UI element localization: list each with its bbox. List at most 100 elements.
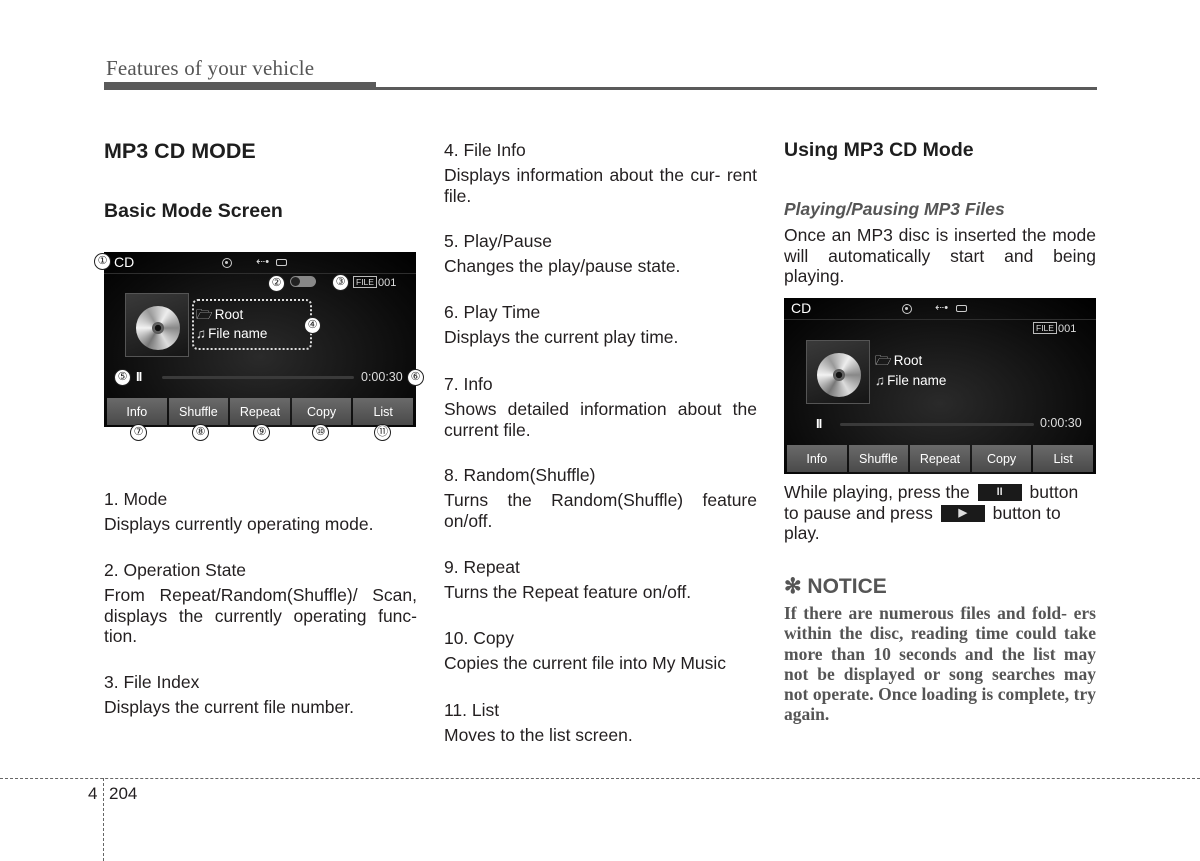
legend-item-play-time: 6. Play Time Displays the current play t… xyxy=(444,302,757,348)
legend-title: 10. Copy xyxy=(444,628,515,648)
legend-item-mode: 1. Mode Displays currently operating mod… xyxy=(104,489,417,535)
footer-rule xyxy=(0,778,1200,779)
chapter-number: 4 xyxy=(88,784,98,803)
play-icon: ▶ xyxy=(958,506,967,519)
copy-button[interactable]: Copy xyxy=(291,398,352,425)
callout-9: ⑨ xyxy=(253,424,270,441)
section-title-using: Using MP3 CD Mode xyxy=(784,139,974,161)
subheading-playing-pausing: Playing/Pausing MP3 Files xyxy=(784,199,1005,219)
running-head: Features of your vehicle xyxy=(106,56,315,80)
header-rule-thin xyxy=(376,87,1097,90)
legend-body: Copies the current file into My Music xyxy=(444,653,727,673)
file-tag: FILE xyxy=(1033,322,1057,334)
inline-play-button: ▶ xyxy=(940,504,985,522)
progress-bar[interactable] xyxy=(162,376,354,379)
folder-name: 🗁 Root xyxy=(196,305,243,328)
cd-screen-example: CD ⇠• FILE 001 🗁 Root ♫ File name II 0:00:3… xyxy=(784,298,1096,474)
legend-title: 6. Play Time xyxy=(444,302,541,322)
legend-item-shuffle: 8. Random(Shuffle) Turns the Random(Shuf… xyxy=(444,465,757,531)
legend-body: Displays information about the cur- rent… xyxy=(444,165,757,206)
legend-body: Changes the play/pause state. xyxy=(444,256,681,276)
mode-label: CD xyxy=(791,300,812,316)
disc-icon xyxy=(222,258,232,268)
file-index: FILE 001 xyxy=(353,276,396,289)
screen-button-row: Info Shuffle Repeat Copy List xyxy=(107,398,413,425)
file-tag: FILE xyxy=(353,276,377,288)
callout-3: ③ xyxy=(332,274,349,291)
folder-icon: 🗁 xyxy=(875,353,892,368)
legend-title: 9. Repeat xyxy=(444,557,520,577)
legend-body: Displays currently operating mode. xyxy=(104,514,374,534)
mode-label: CD xyxy=(114,254,135,270)
album-art xyxy=(125,293,189,357)
legend-body: Displays the current file number. xyxy=(104,697,354,717)
ipod-icon xyxy=(956,305,967,312)
legend-body: Turns the Repeat feature on/off. xyxy=(444,582,692,602)
file-index-number: 001 xyxy=(377,277,397,289)
legend-item-info: 7. Info Shows detailed information about… xyxy=(444,374,757,440)
footer-divider xyxy=(103,778,104,861)
header-rule-thick xyxy=(104,82,376,90)
callout-1: ① xyxy=(94,253,111,270)
legend-item-file-info: 4. File Info Displays information about … xyxy=(444,140,757,206)
file-name: ♫ File name xyxy=(196,326,267,341)
folder-label: Root xyxy=(214,307,244,322)
legend-item-play-pause: 5. Play/Pause Changes the play/pause sta… xyxy=(444,231,757,277)
file-index-number: 001 xyxy=(1057,323,1077,335)
list-button[interactable]: List xyxy=(1033,445,1093,472)
notice-body: If there are numerous files and fold- er… xyxy=(784,603,1096,725)
ipod-icon xyxy=(276,259,287,266)
operation-state-icon xyxy=(290,276,316,287)
cd-screen-annotated: CD ⇠• FILE 001 🗁 Root ♫ File name II 0:00:3… xyxy=(104,252,416,427)
legend-item-operation-state: 2. Operation State From Repeat/Random(Sh… xyxy=(104,560,417,647)
repeat-button[interactable]: Repeat xyxy=(910,445,970,472)
disc-icon xyxy=(902,304,912,314)
file-name-label: File name xyxy=(887,373,947,388)
callout-11: ⑪ xyxy=(374,424,391,441)
list-button[interactable]: List xyxy=(353,398,413,425)
section-subtitle: Basic Mode Screen xyxy=(104,200,283,222)
callout-10: ⑩ xyxy=(312,424,329,441)
legend-title: 1. Mode xyxy=(104,489,168,509)
legend-title: 7. Info xyxy=(444,374,493,394)
callout-5: ⑤ xyxy=(114,369,131,386)
folder-label: Root xyxy=(893,353,923,368)
legend-body: From Repeat/Random(Shuffle)/ Scan, displ… xyxy=(104,585,417,646)
inline-pause-button: II xyxy=(977,484,1022,501)
file-name: ♫ File name xyxy=(875,373,946,388)
play-pause-button[interactable]: II xyxy=(136,369,142,384)
callout-7: ⑦ xyxy=(130,424,147,441)
usb-icon: ⇠• xyxy=(935,302,949,314)
repeat-button[interactable]: Repeat xyxy=(230,398,290,425)
play-time: 0:00:30 xyxy=(361,370,403,384)
play-pause-button[interactable]: II xyxy=(816,416,822,431)
instruction-text: While playing, press the xyxy=(784,482,970,502)
progress-bar[interactable] xyxy=(840,423,1034,426)
info-button[interactable]: Info xyxy=(107,398,167,425)
callout-4: ④ xyxy=(304,317,321,334)
play-time: 0:00:30 xyxy=(1040,416,1082,430)
callout-2: ② xyxy=(268,275,285,292)
folder-icon: 🗁 xyxy=(196,307,213,322)
legend-body: Shows detailed information about the cur… xyxy=(444,399,757,440)
legend-title: 3. File Index xyxy=(104,672,200,692)
legend-title: 8. Random(Shuffle) xyxy=(444,465,596,485)
callout-6: ⑥ xyxy=(407,369,424,386)
cd-disc-icon xyxy=(136,306,180,350)
shuffle-button[interactable]: Shuffle xyxy=(168,398,229,425)
file-index: FILE 001 xyxy=(1033,322,1076,335)
legend-body: Displays the current play time. xyxy=(444,327,679,347)
legend-title: 2. Operation State xyxy=(104,560,247,580)
music-note-icon: ♫ xyxy=(875,373,886,388)
section-title: MP3 CD MODE xyxy=(104,139,256,163)
copy-button[interactable]: Copy xyxy=(971,445,1032,472)
legend-body: Turns the Random(Shuffle) feature on/off… xyxy=(444,490,757,531)
file-name-label: File name xyxy=(208,326,268,341)
cd-disc-icon xyxy=(817,353,861,397)
pause-icon: II xyxy=(996,486,1003,498)
shuffle-button[interactable]: Shuffle xyxy=(848,445,909,472)
callout-8: ⑧ xyxy=(192,424,209,441)
info-button[interactable]: Info xyxy=(787,445,847,472)
screen-button-row: Info Shuffle Repeat Copy List xyxy=(787,445,1093,472)
page-number: 204 xyxy=(109,784,138,803)
